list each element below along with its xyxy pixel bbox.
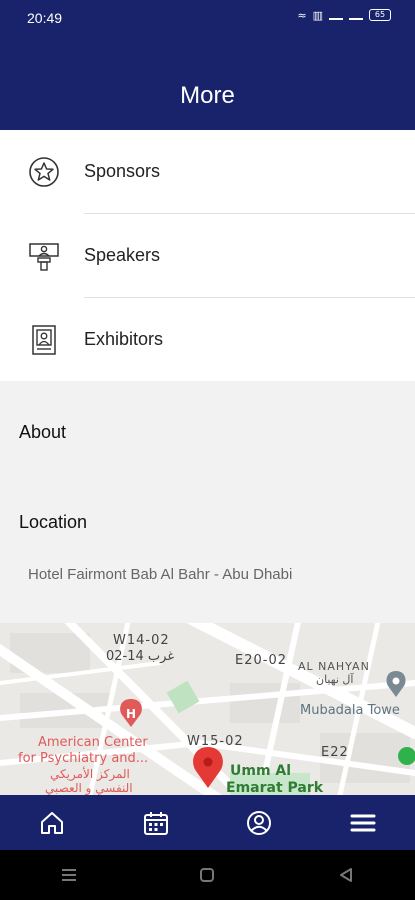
- map-label-american-center-ar-2: النفسي و العصبي: [45, 781, 133, 795]
- menu-icon: [350, 814, 376, 831]
- podium-speaker-icon: [29, 243, 59, 271]
- map-label-emarat-park: Emarat Park: [226, 780, 324, 795]
- header: 20:49 ≈ ▥ 65 More: [0, 0, 415, 130]
- about-heading[interactable]: About: [19, 422, 66, 443]
- map-label-mubadala: Mubadala Towe: [300, 703, 400, 718]
- back-triangle-icon: [339, 868, 352, 882]
- location-heading: Location: [19, 512, 88, 532]
- status-bar: 20:49 ≈ ▥ 65: [0, 0, 415, 36]
- status-icons: ≈ ▥ 65: [297, 9, 391, 22]
- location-map[interactable]: H W14-02 02-14 غرب E20-02 AL NAHYAN آل ن…: [0, 623, 415, 795]
- nav-more[interactable]: [311, 795, 415, 850]
- home-square-icon: [200, 868, 215, 882]
- bottom-nav: [0, 795, 415, 850]
- map-label-al-nahyan: AL NAHYAN: [298, 660, 370, 673]
- map-label-w14-ar: 02-14 غرب: [106, 649, 175, 664]
- map-label-american-center-2: for Psychiatry and...: [18, 751, 149, 766]
- map-label-umm-al: Umm Al: [230, 763, 292, 779]
- signal-2-icon: [349, 10, 363, 20]
- menu-item-exhibitors[interactable]: Exhibitors: [0, 298, 415, 382]
- menu-item-speakers[interactable]: Speakers: [0, 214, 415, 298]
- system-nav-bar: [0, 850, 415, 900]
- more-screen: 20:49 ≈ ▥ 65 More Sponsors Speakers Exhi…: [0, 0, 415, 900]
- recents-icon: [62, 869, 77, 881]
- battery-icon: 65: [369, 9, 391, 21]
- profile-icon: [247, 810, 272, 835]
- location-address: Hotel Fairmont Bab Al Bahr - Abu Dhabi: [28, 566, 293, 583]
- map-label-w15: W15-02: [187, 734, 244, 749]
- signal-icon: [329, 10, 343, 20]
- map-label-w14: W14-02: [113, 633, 170, 648]
- map-label-al-nahyan-ar: آل نهيان: [316, 673, 354, 686]
- exhibitor-badge-icon: [32, 325, 56, 355]
- menu-item-label: Exhibitors: [84, 329, 164, 349]
- recents-button[interactable]: [49, 860, 89, 890]
- nav-home[interactable]: [0, 795, 104, 850]
- map-label-e22: E22: [321, 745, 349, 760]
- wifi-icon: ▥: [312, 9, 323, 22]
- status-time: 20:49: [27, 10, 63, 26]
- menu-item-sponsors[interactable]: Sponsors: [0, 130, 415, 214]
- back-button[interactable]: [326, 860, 366, 890]
- menu-item-label: Sponsors: [84, 161, 161, 181]
- map-label-e20: E20-02: [235, 653, 287, 668]
- svg-text:H: H: [126, 707, 136, 721]
- nav-profile[interactable]: [208, 795, 312, 850]
- home-system-button[interactable]: [187, 860, 227, 890]
- map-label-american-center: American Center: [38, 735, 148, 750]
- map-label-american-center-ar: المركز الأمريكي: [50, 767, 130, 781]
- nav-calendar[interactable]: [104, 795, 208, 850]
- page-title: More: [180, 82, 235, 109]
- home-icon: [40, 811, 63, 834]
- menu-item-label: Speakers: [84, 245, 161, 265]
- star-badge-icon: [29, 157, 59, 187]
- calendar-icon: [143, 811, 168, 835]
- more-menu: Sponsors Speakers Exhibitors: [0, 130, 415, 381]
- vibrate-icon: ≈: [297, 9, 307, 22]
